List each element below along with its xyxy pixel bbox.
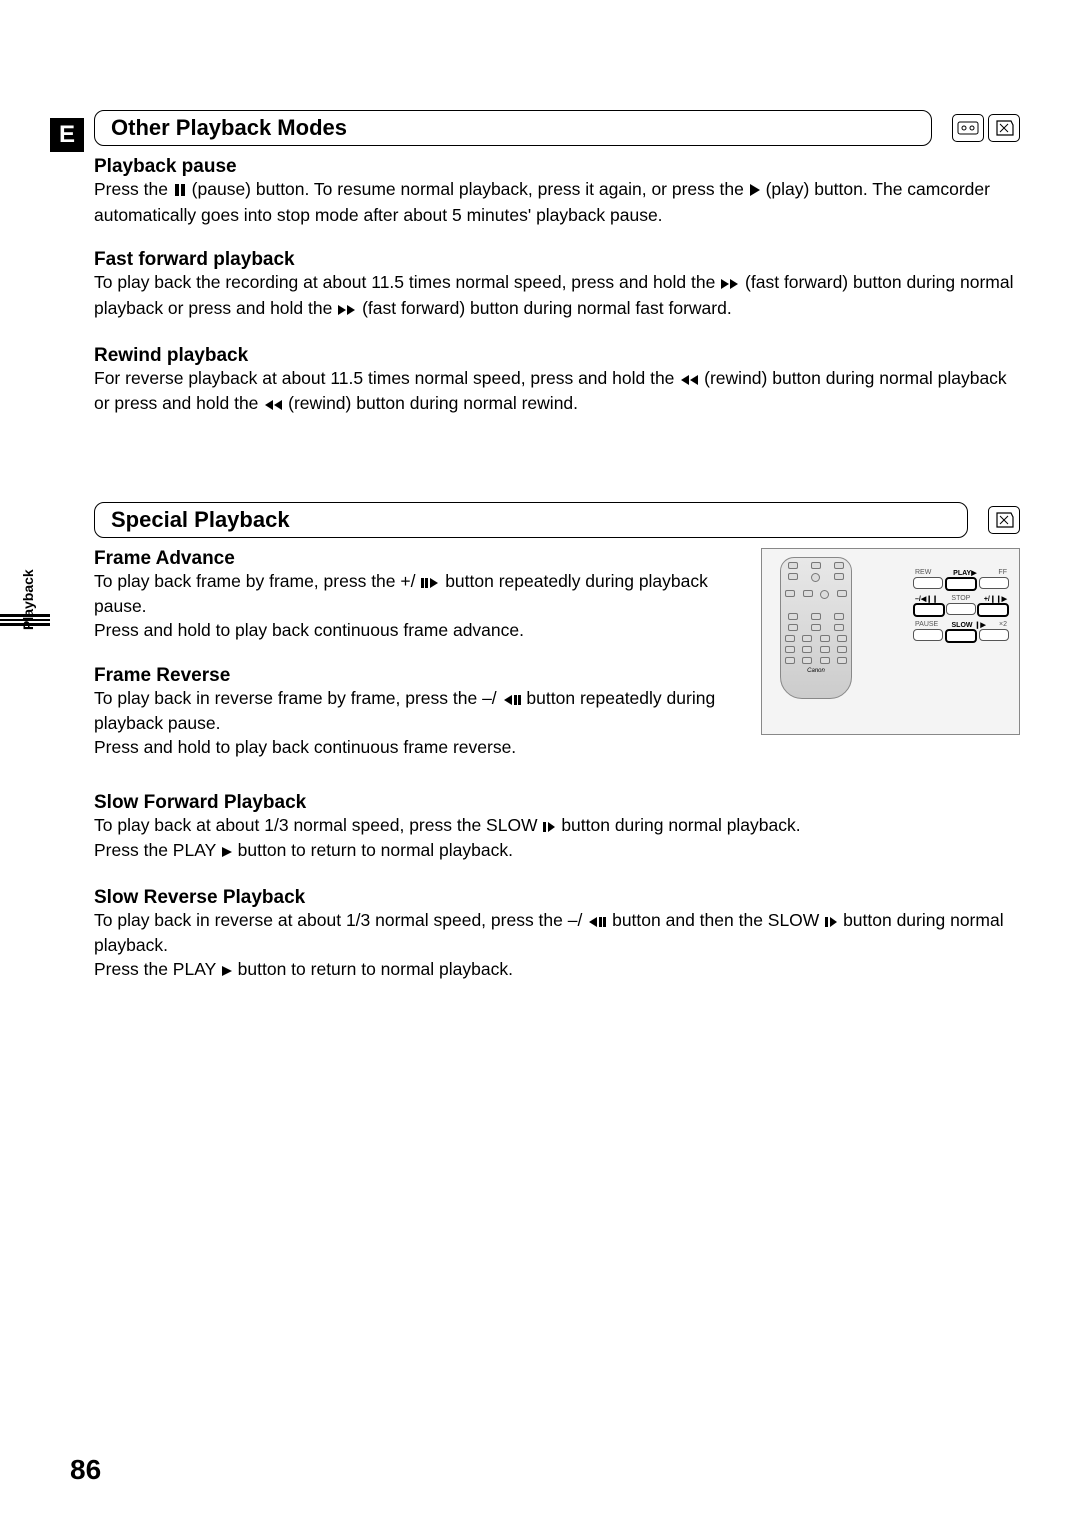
text-slow-forward: To play back at about 1/3 normal speed, … <box>94 814 1020 865</box>
label-frame-rev: –/ <box>915 596 921 603</box>
text-fast-forward: To play back the recording at about 11.5… <box>94 271 1020 322</box>
text-slow-reverse: To play back in reverse at about 1/3 nor… <box>94 909 1020 984</box>
text-fragment: To play back in reverse at about 1/3 nor… <box>94 910 582 930</box>
subheading-slow-reverse: Slow Reverse Playback <box>94 887 1020 909</box>
text-playback-pause: Press the (pause) button. To resume norm… <box>94 178 1020 227</box>
text-fragment: Press the <box>94 179 173 199</box>
play-icon <box>221 960 233 984</box>
subheading-slow-forward: Slow Forward Playback <box>94 792 1020 814</box>
page-number: 86 <box>70 1454 101 1486</box>
section-title-special-playback: Special Playback <box>94 502 968 538</box>
text-fragment: (fast forward) button during normal fast… <box>362 298 732 318</box>
text-fragment: To play back at about 1/3 normal speed, … <box>94 815 542 835</box>
subheading-fast-forward: Fast forward playback <box>94 249 1020 271</box>
text-fragment: To play back in reverse frame by frame, … <box>94 688 497 708</box>
memory-card-icon <box>993 119 1015 137</box>
label-x2: ×2 <box>999 621 1007 629</box>
text-fragment: Press and hold to play back continuous f… <box>94 620 524 640</box>
side-category-tab: Playback <box>20 569 36 630</box>
play-icon <box>221 841 233 865</box>
label-stop: STOP <box>951 595 970 603</box>
slow-forward-icon <box>542 816 556 840</box>
frame-reverse-icon <box>502 689 522 713</box>
section-title-other-playback: Other Playback Modes <box>94 110 932 146</box>
text-fragment: For reverse playback at about 11.5 times… <box>94 368 679 388</box>
subheading-playback-pause: Playback pause <box>94 156 1020 178</box>
text-fragment: To play back the recording at about 11.5… <box>94 272 720 292</box>
label-slow: SLOW <box>952 622 973 629</box>
fast-forward-icon <box>720 273 740 297</box>
remote-brand-label: Canon <box>781 668 851 674</box>
label-play: PLAY <box>953 570 971 577</box>
frame-reverse-icon <box>587 911 607 935</box>
text-fragment: button to return to normal playback. <box>238 840 513 860</box>
frame-advance-icon <box>420 572 440 596</box>
text-fragment: button to return to normal playback. <box>238 959 513 979</box>
cassette-icon <box>957 121 979 135</box>
text-rewind: For reverse playback at about 11.5 times… <box>94 367 1020 418</box>
memory-card-icon <box>993 511 1015 529</box>
text-fragment: (pause) button. To resume normal playbac… <box>192 179 749 199</box>
text-fragment: Press the PLAY <box>94 840 221 860</box>
label-frame-adv: +/ <box>984 596 990 603</box>
tape-mode-icon <box>952 114 984 142</box>
pause-icon <box>173 180 187 204</box>
card-mode-icon <box>988 506 1020 534</box>
text-fragment: Press and hold to play back continuous f… <box>94 737 516 757</box>
rewind-icon <box>679 369 699 393</box>
text-fragment: button and then the SLOW <box>612 910 824 930</box>
fast-forward-icon <box>337 299 357 323</box>
rewind-icon <box>263 394 283 418</box>
remote-button-detail: REW PLAY▶ FF –/◀❙❙ STOP +/❙❙▶ PAUSE SLOW… <box>913 569 1009 647</box>
play-icon <box>749 180 761 204</box>
label-rew: REW <box>915 569 931 577</box>
text-fragment: (rewind) button during normal rewind. <box>288 393 578 413</box>
text-fragment: To play back frame by frame, press the +… <box>94 571 420 591</box>
label-ff: FF <box>998 569 1007 577</box>
remote-body-icon: Canon <box>780 557 852 699</box>
text-fragment: button during normal playback. <box>561 815 800 835</box>
label-pause: PAUSE <box>915 621 938 629</box>
slow-forward-icon <box>824 911 838 935</box>
subheading-rewind: Rewind playback <box>94 345 1020 367</box>
card-mode-icon <box>988 114 1020 142</box>
text-fragment: Press the PLAY <box>94 959 221 979</box>
remote-control-illustration: Canon REW PLAY▶ FF –/◀❙❙ STOP +/❙❙▶ PAUS… <box>761 548 1020 735</box>
